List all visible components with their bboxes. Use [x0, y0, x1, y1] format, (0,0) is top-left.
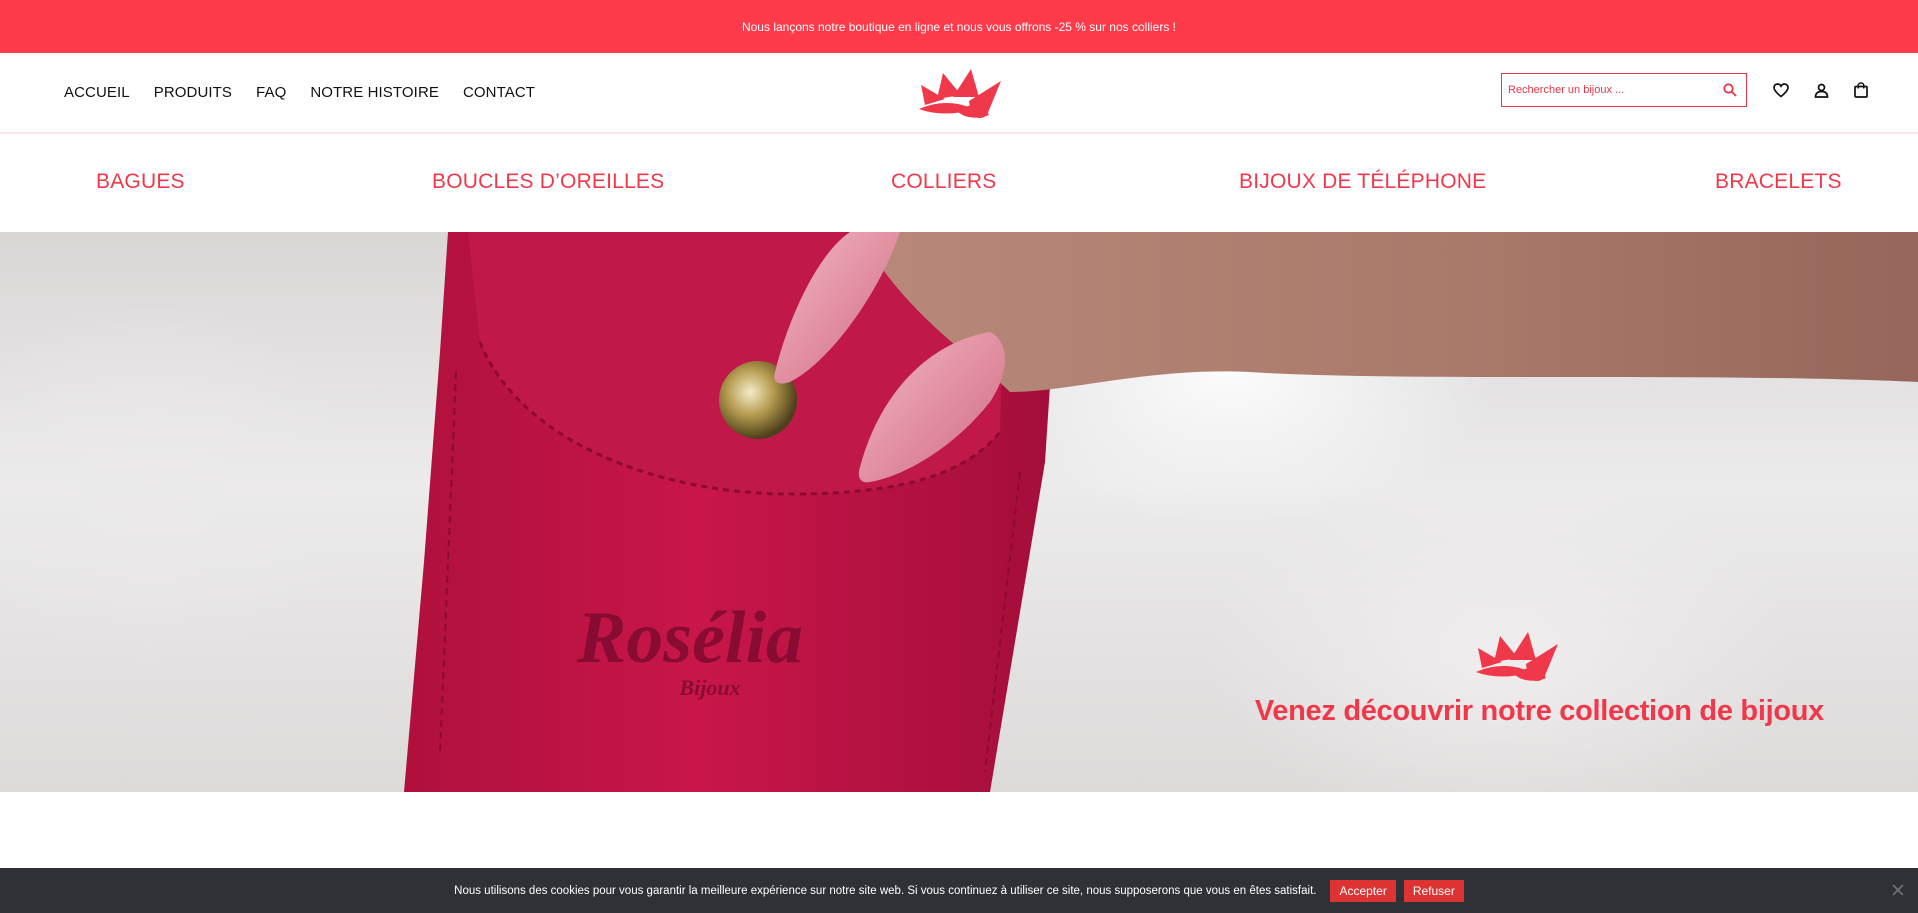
heart-icon	[1773, 82, 1789, 98]
cookie-refuse-button[interactable]: Refuser	[1403, 879, 1464, 902]
search-box	[1501, 73, 1747, 107]
search-input[interactable]	[1502, 75, 1714, 105]
main-nav: ACCUEIL PRODUITS FAQ NOTRE HISTOIRE CONT…	[64, 53, 535, 132]
hero-banner: Rosélia Bijoux Venez découvrir notre col…	[0, 232, 1918, 792]
pouch-brand: Rosélia	[576, 597, 803, 679]
category-boucles-doreilles[interactable]: BOUCLES D’OREILLES	[432, 170, 664, 194]
site-header: ACCUEIL PRODUITS FAQ NOTRE HISTOIRE CONT…	[0, 53, 1918, 134]
nav-accueil[interactable]: ACCUEIL	[64, 84, 130, 101]
header-icons	[1771, 80, 1871, 100]
wishlist-button[interactable]	[1771, 80, 1791, 100]
search-button[interactable]	[1714, 75, 1746, 105]
lotus-icon	[1476, 632, 1558, 681]
cookie-accept-button[interactable]: Accepter	[1330, 879, 1396, 902]
nav-notre-histoire[interactable]: NOTRE HISTOIRE	[310, 84, 439, 101]
cart-button[interactable]	[1851, 80, 1871, 100]
search-icon	[1723, 83, 1737, 97]
user-icon	[1814, 83, 1828, 98]
pouch-sub: Bijoux	[678, 675, 740, 700]
close-icon[interactable]	[1890, 882, 1906, 898]
nav-produits[interactable]: PRODUITS	[154, 84, 232, 101]
bag-icon	[1854, 82, 1868, 98]
lotus-logo[interactable]	[917, 67, 1003, 119]
category-bijoux-de-telephone[interactable]: BIJOUX DE TÉLÉPHONE	[1239, 170, 1486, 194]
nav-faq[interactable]: FAQ	[256, 84, 286, 101]
category-bracelets[interactable]: BRACELETS	[1715, 170, 1842, 194]
cookie-text: Nous utilisons des cookies pour vous gar…	[454, 884, 1317, 897]
nav-contact[interactable]: CONTACT	[463, 84, 535, 101]
announcement-text: Nous lançons notre boutique en ligne et …	[741, 19, 1177, 34]
category-bagues[interactable]: BAGUES	[96, 170, 185, 194]
announcement-bar: Nous lançons notre boutique en ligne et …	[0, 0, 1918, 53]
account-button[interactable]	[1811, 80, 1831, 100]
hero-title: Venez découvrir notre collection de bijo…	[1254, 695, 1824, 727]
category-bar: BAGUES BOUCLES D’OREILLES COLLIERS BIJOU…	[0, 134, 1918, 232]
category-colliers[interactable]: COLLIERS	[891, 170, 996, 194]
cookie-banner: Nous utilisons des cookies pour vous gar…	[0, 868, 1918, 913]
